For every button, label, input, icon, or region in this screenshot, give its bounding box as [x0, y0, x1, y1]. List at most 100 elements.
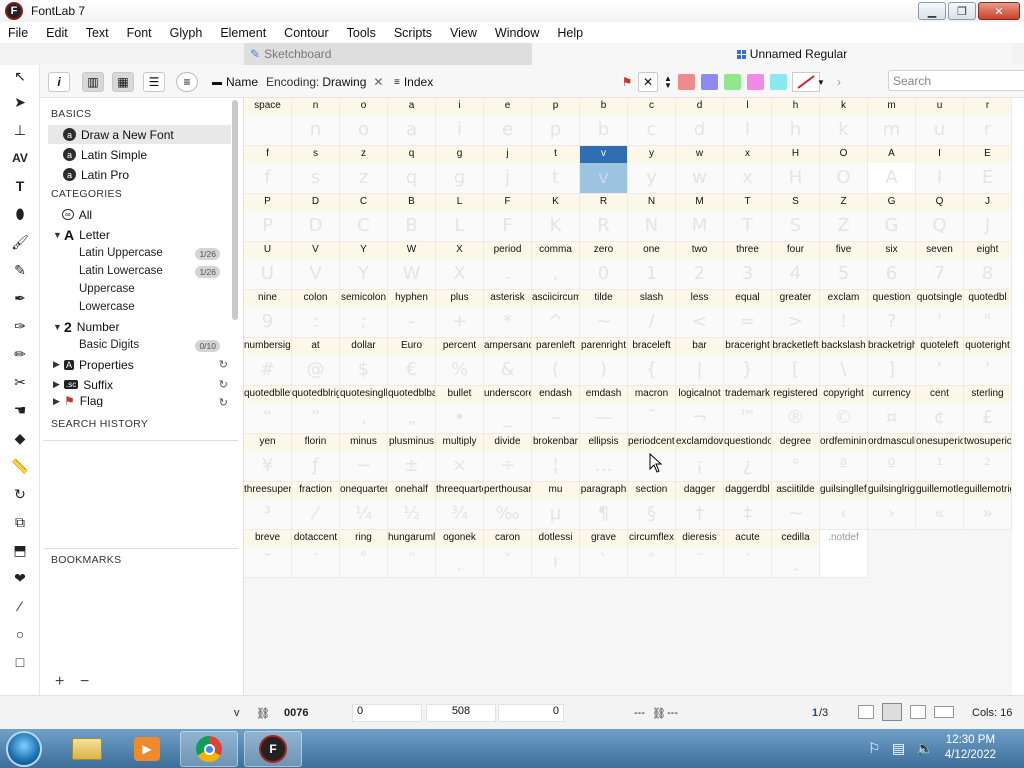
glyph-cell[interactable]: asciitilde ~: [772, 482, 820, 530]
menu-element[interactable]: Element: [211, 26, 275, 40]
glyph-cell[interactable]: greater >: [772, 290, 820, 338]
scale-icon[interactable]: ⬒: [10, 540, 30, 560]
kerning-icon[interactable]: AV: [10, 148, 30, 168]
glyph-cell[interactable]: AA: [868, 146, 916, 194]
cell-size-large-button[interactable]: [910, 705, 926, 719]
glyph-cell[interactable]: xx: [724, 146, 772, 194]
mark-color-red[interactable]: [678, 74, 695, 90]
glyph-cell[interactable]: plusminus ±: [388, 434, 436, 482]
glyph-cell[interactable]: UU: [244, 242, 292, 290]
sidebar-item-uppercase[interactable]: Uppercase: [79, 283, 135, 295]
glyph-cell[interactable]: space: [244, 98, 292, 146]
glyph-cell[interactable]: ogonek ˛: [436, 530, 484, 578]
tab-font[interactable]: Unnamed Regular: [532, 43, 1012, 65]
glyph-cell[interactable]: PP: [244, 194, 292, 242]
glyph-cell[interactable]: cc: [628, 98, 676, 146]
left-sidebearing-field[interactable]: 0: [352, 704, 422, 722]
menu-glyph[interactable]: Glyph: [161, 26, 212, 40]
glyph-cell[interactable]: TT: [724, 194, 772, 242]
sidebar-item-lowercase[interactable]: Lowercase: [79, 301, 135, 313]
glyph-cell[interactable]: comma,: [532, 242, 580, 290]
menu-text[interactable]: Text: [77, 26, 118, 40]
glyph-cell[interactable]: hyphen -: [388, 290, 436, 338]
glyph-cell[interactable]: minus −: [340, 434, 388, 482]
glyph-cell[interactable]: dotlessi ı: [532, 530, 580, 578]
rapid-icon[interactable]: ✏: [10, 344, 30, 364]
glyph-cell[interactable]: percent%: [436, 338, 484, 386]
glyph-cell[interactable]: bracketright]: [868, 338, 916, 386]
right-sidebearing-field[interactable]: 0: [498, 704, 564, 722]
glyph-cell[interactable]: zero 0: [580, 242, 628, 290]
glyph-cell[interactable]: trademark ™: [724, 386, 772, 434]
sidebar-item-draw-new-font[interactable]: a Draw a New Font: [48, 125, 231, 144]
glyph-cell[interactable]: VV: [292, 242, 340, 290]
glyph-cell[interactable]: XX: [436, 242, 484, 290]
glyph-cell[interactable]: breve ˘: [244, 530, 292, 578]
glyph-cell[interactable]: braceleft {: [628, 338, 676, 386]
glyph-cell[interactable]: quotedblleft “: [244, 386, 292, 434]
glyph-cell[interactable]: three 3: [724, 242, 772, 290]
sidebar-item-letter[interactable]: ▼ A Letter: [48, 225, 231, 244]
flag-icon[interactable]: ⚑: [620, 72, 634, 92]
glyph-cell[interactable]: SS: [772, 194, 820, 242]
link-metrics-icon[interactable]: ⛓: [652, 707, 666, 720]
glyph-cell[interactable]: aa: [388, 98, 436, 146]
element-select-icon[interactable]: ➤: [10, 92, 30, 112]
glyph-cell[interactable]: oo: [340, 98, 388, 146]
glyph-cell[interactable]: florin ƒ: [292, 434, 340, 482]
glyph-cell[interactable]: quoteright ’: [964, 338, 1012, 386]
chrome-icon[interactable]: [180, 731, 238, 767]
glyph-cell[interactable]: yen ¥: [244, 434, 292, 482]
mark-stepper-icon[interactable]: ▲ ▼: [663, 72, 673, 92]
chevron-right-icon[interactable]: ▶: [53, 396, 60, 407]
glyph-cell[interactable]: one 1: [628, 242, 676, 290]
glyph-cell[interactable]: RR: [580, 194, 628, 242]
sidebar-item-properties[interactable]: ▶ A Properties: [48, 355, 231, 374]
cell-size-small-button[interactable]: [858, 705, 874, 719]
glyph-cell[interactable]: asterisk *: [484, 290, 532, 338]
glyph-cell[interactable]: slash /: [628, 290, 676, 338]
remove-bookmark-button[interactable]: −: [80, 673, 89, 691]
mark-color-magenta[interactable]: [747, 74, 764, 90]
eyedropper-icon[interactable]: ⁄: [10, 596, 30, 616]
glyph-cell[interactable]: ordmasculine º: [868, 434, 916, 482]
index-button[interactable]: ≡ Index: [394, 72, 454, 92]
glyph-cell[interactable]: six 6: [868, 242, 916, 290]
glyph-cell[interactable]: question?: [868, 290, 916, 338]
glyph-cell[interactable]: multiply ×: [436, 434, 484, 482]
glyph-cell[interactable]: colon:: [292, 290, 340, 338]
glyph-cell[interactable]: HH: [772, 146, 820, 194]
glyph-cell[interactable]: dotaccent ˙: [292, 530, 340, 578]
glyph-cell[interactable]: ll: [724, 98, 772, 146]
glyph-cell[interactable]: GG: [868, 194, 916, 242]
menu-view[interactable]: View: [441, 26, 486, 40]
refresh-icon[interactable]: ↻: [219, 358, 228, 371]
glyph-cell[interactable]: fraction ⁄: [292, 482, 340, 530]
network-icon[interactable]: ▤: [892, 740, 905, 757]
glyph-cell[interactable]: guilsinglleft ‹: [820, 482, 868, 530]
pen-tool-icon[interactable]: ✑: [10, 316, 30, 336]
glyph-cell[interactable]: zz: [340, 146, 388, 194]
list-view-icon[interactable]: ☰: [143, 72, 165, 92]
fill-icon[interactable]: ◆: [10, 428, 30, 448]
add-bookmark-button[interactable]: +: [55, 673, 64, 691]
glyph-cell[interactable]: ellipsis…: [580, 434, 628, 482]
glyph-cell[interactable]: divide ÷: [484, 434, 532, 482]
windows-start-button[interactable]: [6, 731, 42, 767]
maximize-button[interactable]: ❐: [948, 2, 976, 20]
glyph-cell[interactable]: tilde ~: [580, 290, 628, 338]
glyph-cell[interactable]: ring ˚: [340, 530, 388, 578]
glyph-cell[interactable]: asciicircum ^: [532, 290, 580, 338]
metrics-icon[interactable]: ⊥: [10, 120, 30, 140]
chevron-down-icon[interactable]: ▼: [53, 230, 62, 240]
contour-select-icon[interactable]: ↖: [10, 66, 30, 86]
glyph-cell[interactable]: eight 8: [964, 242, 1012, 290]
grid-view-icon[interactable]: ▦: [112, 72, 134, 92]
glyph-cell[interactable]: threequarters ¾: [436, 482, 484, 530]
glyph-cell[interactable]: questiondown ¿: [724, 434, 772, 482]
glyph-cell[interactable]: II: [916, 146, 964, 194]
info-icon[interactable]: i: [48, 72, 70, 92]
search-input[interactable]: [888, 70, 1024, 91]
sidebar-item-suffix[interactable]: ▶ .sc Suffix: [48, 375, 231, 394]
glyph-cell[interactable]: period.: [484, 242, 532, 290]
